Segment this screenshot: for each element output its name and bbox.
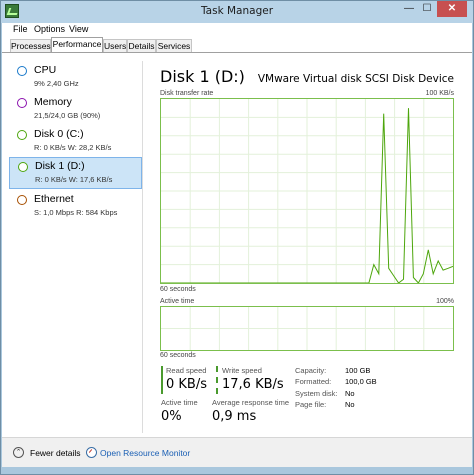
menu-view[interactable]: View — [69, 24, 88, 34]
tab-details[interactable]: Details — [127, 39, 156, 53]
active-time-time: 60 seconds — [160, 352, 196, 359]
tab-strip: Processes Performance Users Details Serv… — [2, 37, 472, 53]
menu-file[interactable]: File — [13, 24, 28, 34]
task-manager-window: Task Manager — ☐ ✕ File Options View Pro… — [0, 0, 474, 475]
memory-ring-icon — [17, 98, 27, 108]
disk-model: VMware Virtual disk SCSI Disk Device — [257, 73, 454, 85]
tab-services[interactable]: Services — [156, 39, 192, 53]
avg-response-value: 0,9 ms — [212, 409, 257, 424]
minimize-button[interactable]: — — [401, 1, 417, 17]
active-time-chart — [161, 307, 453, 350]
system-disk-key: System disk: — [295, 389, 338, 398]
sidebar-item-cpu[interactable]: CPU 9% 2,40 GHz — [9, 62, 142, 94]
menu-options[interactable]: Options — [34, 24, 65, 34]
resource-monitor-icon[interactable] — [86, 447, 97, 458]
transfer-rate-graph — [160, 98, 454, 284]
maximize-button[interactable]: ☐ — [419, 1, 435, 17]
sidebar-item-disk0[interactable]: Disk 0 (C:) R: 0 KB/s W: 28,2 KB/s — [9, 126, 142, 158]
sidebar-item-label: Disk 0 (C:) — [34, 128, 84, 140]
sidebar-item-label: Disk 1 (D:) — [35, 160, 85, 172]
sidebar-item-ethernet[interactable]: Ethernet S: 1,0 Mbps R: 584 Kbps — [9, 191, 142, 223]
tab-users[interactable]: Users — [103, 39, 127, 53]
disk0-ring-icon — [17, 130, 27, 140]
active-time-stat-value: 0% — [161, 409, 182, 424]
read-speed-value: 0 KB/s — [166, 377, 207, 392]
capacity-key: Capacity: — [295, 366, 327, 375]
page-file-value: No — [345, 400, 355, 409]
sidebar-item-memory[interactable]: Memory 21,5/24,0 GB (90%) — [9, 94, 142, 126]
formatted-value: 100,0 GB — [345, 377, 377, 386]
transfer-rate-label: Disk transfer rate — [160, 90, 214, 97]
write-speed-marker — [216, 366, 218, 394]
ethernet-ring-icon — [17, 195, 27, 205]
disk-title: Disk 1 (D:) — [160, 67, 245, 86]
sidebar-item-detail: R: 0 KB/s W: 28,2 KB/s — [34, 143, 112, 152]
write-speed-value: 17,6 KB/s — [222, 377, 284, 392]
chevron-up-icon[interactable]: ⌃ — [13, 447, 24, 458]
tab-performance[interactable]: Performance — [51, 37, 103, 53]
sidebar-item-detail: R: 0 KB/s W: 17,6 KB/s — [35, 175, 113, 184]
active-time-max: 100% — [436, 298, 454, 305]
capacity-value: 100 GB — [345, 366, 371, 375]
title-bar[interactable]: Task Manager — ☐ ✕ — [1, 1, 473, 23]
disk1-ring-icon — [18, 162, 28, 172]
active-time-stat-label: Active time — [161, 398, 198, 407]
active-time-label: Active time — [160, 298, 195, 305]
performance-panel: CPU 9% 2,40 GHz Memory 21,5/24,0 GB (90%… — [2, 52, 472, 437]
fewer-details-link[interactable]: Fewer details — [30, 448, 81, 458]
system-disk-value: No — [345, 389, 355, 398]
transfer-rate-max: 100 KB/s — [425, 90, 454, 97]
sidebar-item-disk1[interactable]: Disk 1 (D:) R: 0 KB/s W: 17,6 KB/s — [9, 157, 142, 189]
sidebar-item-detail: S: 1,0 Mbps R: 584 Kbps — [34, 208, 118, 217]
transfer-rate-time: 60 seconds — [160, 286, 196, 293]
formatted-key: Formatted: — [295, 377, 332, 386]
read-speed-label: Read speed — [166, 366, 207, 375]
footer-bar: ⌃ Fewer details Open Resource Monitor — [2, 437, 472, 467]
tab-processes[interactable]: Processes — [10, 39, 51, 53]
sidebar-item-label: CPU — [34, 64, 57, 76]
resource-sidebar: CPU 9% 2,40 GHz Memory 21,5/24,0 GB (90%… — [9, 61, 143, 433]
read-speed-marker — [161, 366, 163, 394]
cpu-ring-icon — [17, 66, 27, 76]
sidebar-item-detail: 21,5/24,0 GB (90%) — [34, 111, 101, 120]
transfer-rate-chart — [161, 99, 454, 284]
close-button[interactable]: ✕ — [437, 1, 467, 17]
active-time-graph — [160, 306, 454, 351]
avg-response-label: Average response time — [212, 398, 289, 407]
write-speed-label: Write speed — [222, 366, 262, 375]
sidebar-item-label: Ethernet — [34, 193, 74, 205]
disk-detail-pane: Disk 1 (D:) VMware Virtual disk SCSI Dis… — [159, 61, 455, 431]
open-resource-monitor-link[interactable]: Open Resource Monitor — [100, 448, 190, 458]
menu-bar: File Options View — [2, 23, 472, 37]
sidebar-item-detail: 9% 2,40 GHz — [34, 79, 79, 88]
sidebar-item-label: Memory — [34, 96, 72, 108]
page-file-key: Page file: — [295, 400, 327, 409]
